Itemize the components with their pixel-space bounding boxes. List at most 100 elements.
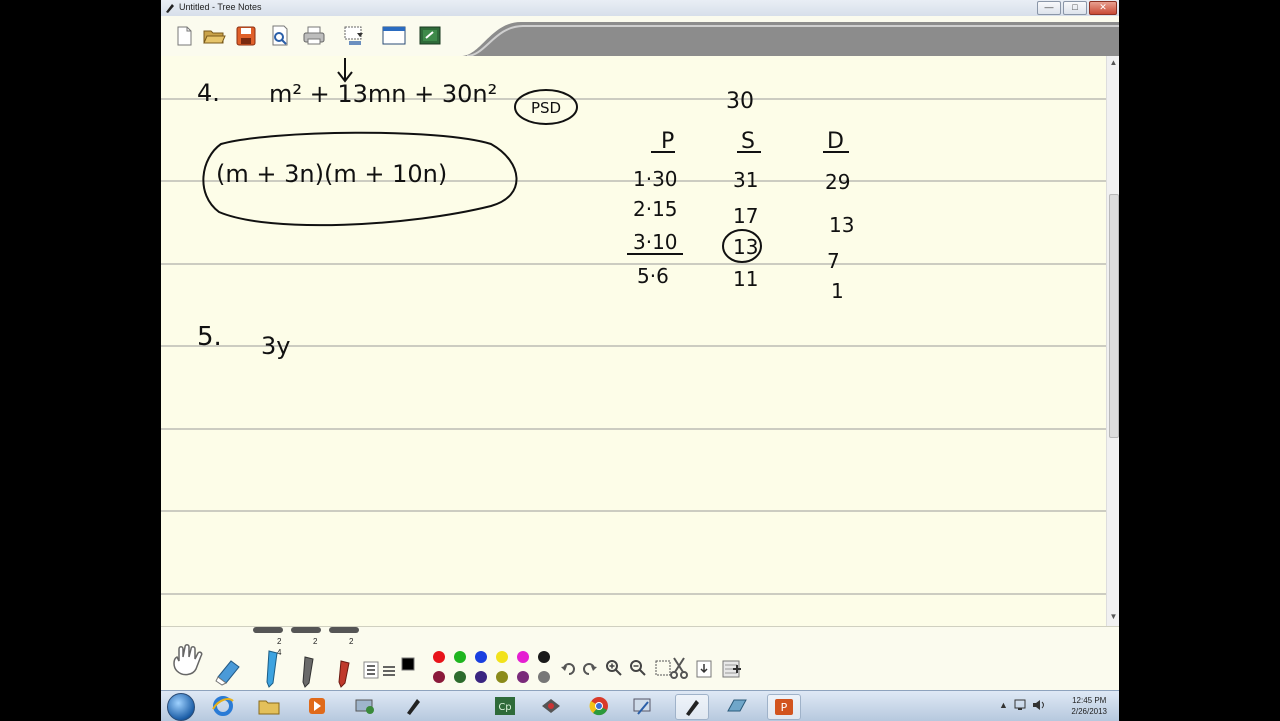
window-title: Untitled - Tree Notes <box>179 2 262 12</box>
eraser-icon[interactable] <box>213 655 243 687</box>
svg-text:P: P <box>781 701 788 714</box>
problem-4-number: 4. <box>197 79 220 107</box>
print-preview-icon[interactable] <box>267 23 293 49</box>
hand-icon[interactable] <box>169 641 207 681</box>
color-swatch-2-5[interactable] <box>517 671 529 683</box>
color-swatch-2-6[interactable] <box>538 671 550 683</box>
svg-text:Cp: Cp <box>498 702 511 713</box>
pen-blue-icon[interactable] <box>261 649 283 689</box>
align-icon[interactable] <box>381 663 397 681</box>
taskbar-tree-notes-icon[interactable] <box>675 694 709 720</box>
tray-network-icon[interactable] <box>1013 698 1029 712</box>
taskbar-network-icon[interactable] <box>349 694 381 718</box>
header-s: S <box>741 129 755 154</box>
color-swatch-2-3[interactable] <box>475 671 487 683</box>
ruled-paper: 4. m² + 13mn + 30n² PSD 30 P S D 1·30 31 <box>161 58 1106 595</box>
color-swatch-1-6[interactable] <box>538 651 550 663</box>
diff-4: 1 <box>831 279 844 303</box>
marker-red-icon[interactable] <box>333 659 355 689</box>
minimize-button[interactable]: — <box>1037 1 1061 15</box>
close-button[interactable]: ✕ <box>1089 1 1117 15</box>
scissors-icon[interactable] <box>669 655 689 681</box>
clock-time: 12:45 PM <box>1072 696 1107 705</box>
tray-expand-icon[interactable]: ▲ <box>999 700 1008 710</box>
sum-2: 17 <box>733 204 758 228</box>
save-icon[interactable] <box>233 23 259 49</box>
problem-5-number: 5. <box>197 322 222 352</box>
window-view-icon[interactable] <box>381 23 407 49</box>
factor-pair-2: 2·15 <box>633 197 678 221</box>
scroll-down-icon[interactable]: ▼ <box>1107 612 1119 624</box>
factor-pair-4: 5·6 <box>637 264 669 288</box>
redo-icon[interactable] <box>581 661 597 677</box>
start-button[interactable] <box>167 693 195 721</box>
sum-1: 31 <box>733 168 758 192</box>
taskbar-media-icon[interactable] <box>301 694 333 718</box>
diff-3: 7 <box>827 249 840 273</box>
header-p: P <box>661 129 674 154</box>
current-color-swatch[interactable] <box>401 657 415 671</box>
color-swatch-2-1[interactable] <box>433 671 445 683</box>
zoom-in-icon[interactable] <box>605 659 623 677</box>
sum-3: 13 <box>733 235 758 259</box>
problem-5-partial: 3y <box>261 332 290 360</box>
taskbar-chrome-icon[interactable] <box>583 694 615 718</box>
app-pen-icon <box>166 4 174 13</box>
diff-2: 13 <box>829 213 854 237</box>
color-swatch-1-1[interactable] <box>433 651 445 663</box>
factor-pair-1: 1·30 <box>633 167 678 191</box>
clock-date: 2/26/2013 <box>1071 707 1107 716</box>
open-folder-icon[interactable] <box>201 23 227 49</box>
color-swatch-1-5[interactable] <box>517 651 529 663</box>
taskbar-settings-icon[interactable] <box>627 694 659 718</box>
main-toolbar <box>161 16 1119 57</box>
note-page[interactable]: 4. m² + 13mn + 30n² PSD 30 P S D 1·30 31 <box>161 56 1106 626</box>
diff-1: 29 <box>825 170 850 194</box>
pen-palette: 2 2 2 4 <box>161 626 1119 690</box>
color-swatch-1-2[interactable] <box>454 651 466 663</box>
factor-pair-3: 3·10 <box>633 230 678 254</box>
pen-tabs <box>253 627 359 633</box>
taskbar-app-icon[interactable] <box>535 694 567 718</box>
zoom-out-icon[interactable] <box>629 659 647 677</box>
taskbar-whiteboard-icon[interactable] <box>721 694 753 718</box>
taskbar-pen-icon[interactable] <box>397 694 429 718</box>
color-swatch-2-4[interactable] <box>496 671 508 683</box>
vertical-scrollbar[interactable]: ▲ ▼ <box>1106 56 1119 626</box>
add-page-icon[interactable] <box>721 659 743 679</box>
down-arrow-annotation <box>337 58 353 83</box>
pen-3-size: 2 <box>349 637 354 646</box>
toolbar-tab-shape <box>461 22 1119 56</box>
new-page-icon[interactable] <box>171 23 197 49</box>
windows-taskbar: Cp P ▲ 12:45 PM 2/26/2013 <box>161 690 1119 721</box>
undo-icon[interactable] <box>561 661 577 677</box>
scroll-thumb[interactable] <box>1109 194 1119 438</box>
taskbar-powerpoint-icon[interactable]: P <box>767 694 801 720</box>
system-clock[interactable]: 12:45 PM 2/26/2013 <box>1071 695 1107 717</box>
taskbar-captivate-icon[interactable]: Cp <box>489 694 521 718</box>
page-down-icon[interactable] <box>695 659 715 679</box>
color-swatch-1-3[interactable] <box>475 651 487 663</box>
header-d: D <box>827 129 844 154</box>
color-swatch-1-4[interactable] <box>496 651 508 663</box>
tray-volume-icon[interactable] <box>1031 698 1047 712</box>
title-bar: Untitled - Tree Notes — □ ✕ <box>161 0 1119 17</box>
capture-icon[interactable] <box>341 23 367 49</box>
scroll-up-icon[interactable]: ▲ <box>1107 58 1119 70</box>
tree-notes-window: Untitled - Tree Notes — □ ✕ 4. m² + 13mn… <box>161 0 1119 690</box>
line-width-icon[interactable] <box>363 661 379 679</box>
print-icon[interactable] <box>301 23 327 49</box>
taskbar-explorer-icon[interactable] <box>253 694 285 718</box>
sum-4: 11 <box>733 267 758 291</box>
target-product: 30 <box>726 89 754 114</box>
factored-answer: (m + 3n)(m + 10n) <box>216 160 447 188</box>
color-swatch-2-2[interactable] <box>454 671 466 683</box>
maximize-button[interactable]: □ <box>1063 1 1087 15</box>
pen-2-size: 2 <box>313 637 318 646</box>
marker-gray-icon[interactable] <box>297 655 319 689</box>
problem-4-expression: m² + 13mn + 30n² <box>269 80 497 108</box>
psd-tag: PSD <box>531 99 561 117</box>
taskbar-internet-explorer-icon[interactable] <box>207 694 239 718</box>
whiteboard-icon[interactable] <box>417 23 443 49</box>
pen-1-size: 2 <box>277 637 282 646</box>
